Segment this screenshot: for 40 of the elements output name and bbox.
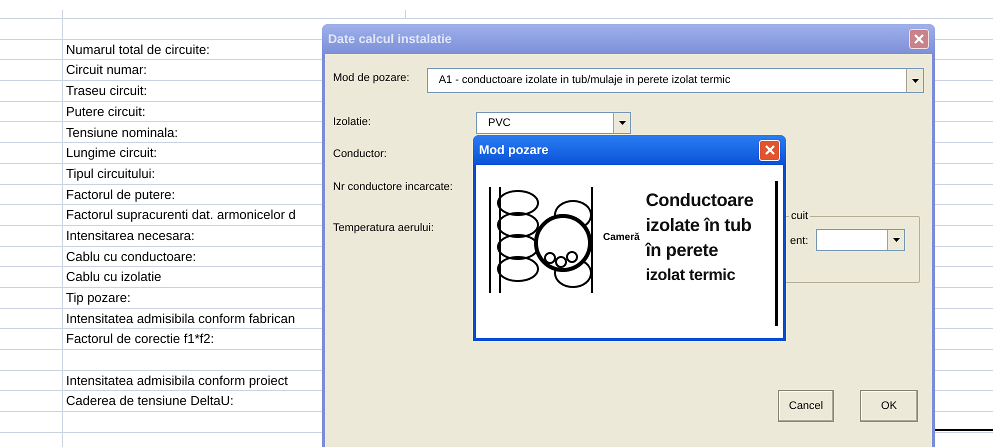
group-legend: cuit (789, 210, 810, 222)
cell-text: Factorul de putere: (66, 186, 176, 204)
cell-text: Numarul total de circuite: (66, 40, 210, 59)
cell-text: Circuit numar: (66, 61, 147, 80)
close-icon (764, 144, 776, 156)
field-label: Nr conductore incarcate: (333, 180, 453, 195)
cell-text: Cablu cu conductoare: (66, 248, 196, 266)
cell-text: Tipul circuitului: (66, 164, 156, 183)
cell-text: Intensitatea admisibila conform fabrican (66, 310, 296, 328)
dropdown-field[interactable] (816, 229, 905, 251)
room-label: Cameră (603, 231, 640, 245)
field-label: Mod de pozare: (333, 71, 410, 86)
caption-text: Conductoare izolate în tub în perete izolat termic (646, 189, 754, 286)
cell-text: Traseu circuit: (66, 82, 148, 100)
cell-text: Factorul supracurenti dat. armonicelor d (66, 206, 296, 224)
cell-text: Putere circuit: (66, 102, 146, 121)
cell-text: Tensiune nominala: (66, 124, 178, 142)
dropdown-field[interactable]: A1 - conductoare izolate in tub/mulaje in perete izolat termic (426, 68, 924, 93)
caret-icon (618, 121, 626, 125)
cell-text: Factorul de corectie f1*f2: (66, 330, 214, 348)
cell-text: Intensitarea necesara: (66, 226, 195, 245)
cell-text: Intensitatea admisibila conform proiect (66, 372, 288, 390)
ok-button[interactable]: OK (860, 390, 918, 422)
cell-text: Caderea de tensiune DeltaU: (66, 392, 234, 410)
cell-text: Cablu cu izolatie (66, 268, 162, 286)
close-icon (913, 33, 925, 45)
close-button[interactable] (909, 29, 929, 49)
cell-text: Tip pozare: (66, 289, 131, 308)
field-label: Temperatura aerului: (333, 221, 434, 236)
field-label: Izolatie: (333, 115, 372, 130)
field-label: ent: (790, 234, 808, 249)
window-title: Date calcul instalatie (328, 30, 453, 48)
field-label: Conductor: (333, 147, 387, 162)
dropdown-field[interactable]: PVC (476, 112, 631, 134)
caret-icon (892, 238, 900, 242)
close-button[interactable] (759, 140, 780, 160)
window-title: Mod pozare (479, 142, 550, 159)
caret-icon (912, 78, 918, 82)
cell-text: Lungime circuit: (66, 144, 158, 162)
cancel-button[interactable]: Cancel (778, 390, 834, 422)
